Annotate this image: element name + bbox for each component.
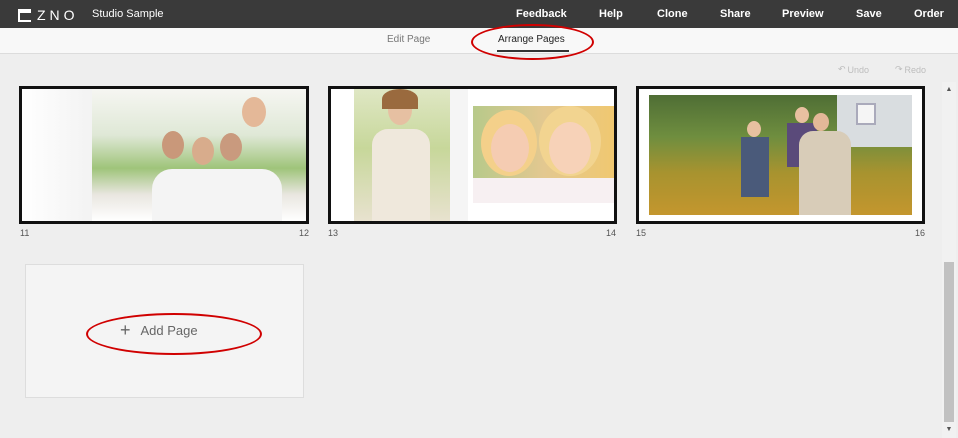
scrollbar-thumb[interactable]	[944, 262, 954, 422]
blank-photo-area	[22, 89, 92, 221]
page-number-left: 15	[636, 228, 647, 238]
clone-button[interactable]: Clone	[657, 8, 688, 20]
tab-edit-page[interactable]: Edit Page	[387, 34, 430, 45]
save-button[interactable]: Save	[856, 8, 882, 20]
page-number-left: 13	[328, 228, 339, 238]
logo-mark-icon	[18, 8, 31, 22]
logo-text: ZNO	[37, 7, 79, 23]
add-page-button[interactable]: + Add Page	[25, 264, 304, 398]
preview-button[interactable]: Preview	[782, 8, 824, 20]
add-page-content: + Add Page	[120, 321, 198, 339]
spread-canvas	[639, 89, 922, 221]
tab-arrange-pages[interactable]: Arrange Pages	[498, 34, 565, 45]
sisters-photo	[473, 106, 614, 203]
page-gutter	[450, 89, 468, 221]
help-button[interactable]: Help	[599, 8, 623, 20]
feedback-button[interactable]: Feedback	[516, 8, 567, 20]
spread-canvas	[22, 89, 306, 221]
redo-button[interactable]: ↷ Redo	[895, 64, 926, 75]
project-name: Studio Sample	[92, 8, 164, 20]
spread-15-16[interactable]	[636, 86, 925, 224]
undo-label: Undo	[847, 64, 870, 75]
active-tab-indicator	[497, 50, 569, 52]
mother-children-photo	[649, 95, 912, 215]
scroll-down-icon[interactable]: ▼	[944, 426, 954, 433]
undo-button[interactable]: ↶ Undo	[838, 64, 869, 75]
tab-bar: Edit Page Arrange Pages	[0, 28, 958, 54]
redo-icon: ↷	[895, 64, 903, 74]
add-page-label: Add Page	[140, 322, 198, 338]
order-button[interactable]: Order	[914, 8, 944, 20]
undo-icon: ↶	[838, 64, 846, 74]
spread-canvas	[331, 89, 614, 221]
family-photo	[92, 89, 306, 221]
page-number-right: 14	[606, 228, 617, 238]
redo-label: Redo	[904, 64, 927, 75]
page-number-left: 11	[20, 228, 30, 238]
scroll-up-icon[interactable]: ▲	[944, 86, 954, 93]
girl-photo	[354, 89, 450, 221]
spread-11-12[interactable]	[19, 86, 309, 224]
top-bar: ZNO Studio Sample Feedback Help Clone Sh…	[0, 0, 958, 28]
plus-icon: +	[120, 320, 131, 340]
page-number-right: 12	[299, 228, 310, 238]
share-button[interactable]: Share	[720, 8, 751, 20]
zno-logo[interactable]: ZNO	[18, 7, 79, 23]
spread-13-14[interactable]	[328, 86, 617, 224]
page-number-right: 16	[915, 228, 926, 238]
